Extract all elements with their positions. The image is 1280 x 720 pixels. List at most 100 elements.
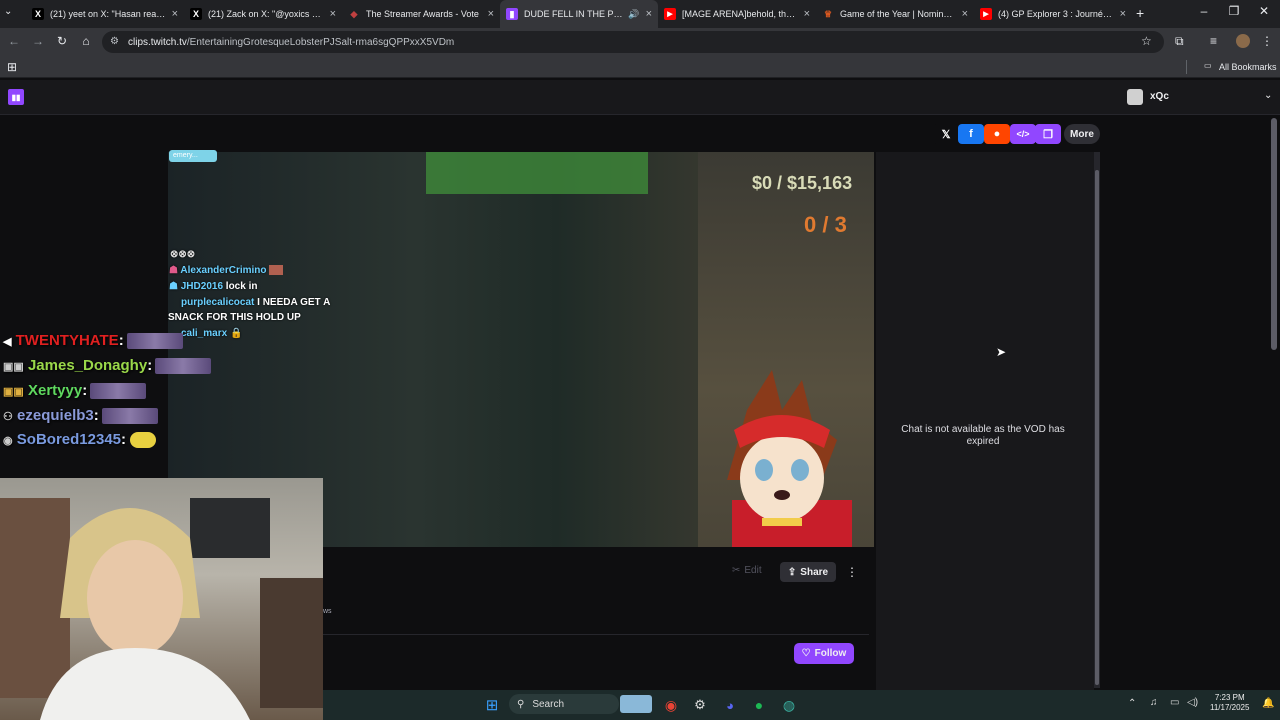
streamer-awards-icon: ◆ xyxy=(350,8,358,19)
windows-taskbar xyxy=(323,690,1280,720)
minimize-icon[interactable]: – xyxy=(1194,4,1214,18)
chat-unavailable-message: Chat is not available as the VOD has exp… xyxy=(901,424,1065,447)
close-icon[interactable]: × xyxy=(962,8,968,20)
weather-widget-icon[interactable] xyxy=(620,695,652,713)
overlay-big-line: ⚇ ezequielb3: xyxy=(3,407,158,425)
windows-start-icon[interactable]: ⊞ xyxy=(482,695,502,715)
more-options-icon[interactable]: ⋮ xyxy=(846,565,858,579)
bookmarks-bar xyxy=(0,56,1280,78)
home-icon[interactable]: ⌂ xyxy=(78,34,94,48)
close-icon[interactable]: × xyxy=(330,8,336,20)
reload-icon[interactable]: ↻ xyxy=(54,34,70,48)
tab-1[interactable]: X (21) yeet on X: "Hasan reacts to × xyxy=(26,0,184,28)
share-button[interactable]: ⇪ Share xyxy=(780,562,836,582)
overlay-big-line: ▣▣ Xertyyy: xyxy=(3,382,147,400)
profile-avatar[interactable] xyxy=(1236,34,1250,48)
overlay-big-line: ▣▣ James_Donaghy: xyxy=(3,357,212,375)
tab-2[interactable]: X (21) Zack on X: "@yoxics The " × xyxy=(184,0,342,28)
mouse-cursor-icon: ➤ xyxy=(996,345,1007,359)
speaker-badge-icon: ◀ xyxy=(3,336,12,348)
edit-button[interactable]: ✂ Edit xyxy=(732,565,762,576)
chevron-down-icon[interactable]: ⌄ xyxy=(1264,90,1272,101)
apps-grid-icon[interactable]: ⊞ xyxy=(7,60,17,74)
close-icon[interactable]: × xyxy=(488,8,494,20)
tab-6[interactable]: ♕ Game of the Year | Nominees × xyxy=(816,0,974,28)
bookmarks-separator xyxy=(1186,60,1187,74)
bookmark-star-icon[interactable]: ☆ xyxy=(1141,34,1152,48)
forward-icon[interactable]: → xyxy=(30,34,46,48)
extensions-icon[interactable]: ⧉ xyxy=(1175,34,1184,49)
settings-gear-icon[interactable]: ⚙ xyxy=(690,695,710,715)
badge-icon: ⚇ xyxy=(3,411,13,423)
youtube-icon: ▶ xyxy=(980,8,992,20)
back-icon[interactable]: ← xyxy=(6,34,22,48)
divider xyxy=(323,634,869,635)
microphone-icon[interactable]: ♫ xyxy=(1150,697,1158,708)
spotify-icon[interactable]: ● xyxy=(749,695,769,715)
embed-icon[interactable]: </> xyxy=(1010,124,1036,144)
site-info-icon[interactable]: ⚙ xyxy=(110,36,119,47)
tray-chevron-icon[interactable]: ⌃ xyxy=(1128,698,1136,709)
scissors-icon: ✂ xyxy=(732,565,741,576)
tab-7[interactable]: ▶ (4) GP Explorer 3 : Journée du × xyxy=(974,0,1132,28)
video-green-panel xyxy=(426,152,648,194)
tab-5[interactable]: ▶ [MAGE ARENA]behold, the m × xyxy=(658,0,816,28)
page-scrollbar-thumb[interactable] xyxy=(1271,118,1277,350)
follow-button[interactable]: ♡ Follow xyxy=(794,643,854,664)
overlay-tag: emery... xyxy=(169,150,217,162)
tab-3[interactable]: ◆ The Streamer Awards - Vote × xyxy=(342,0,500,28)
overlay-chat-line: ☗ JHD2016 lock in xyxy=(169,281,258,292)
new-tab-icon[interactable]: + xyxy=(1136,5,1144,21)
speaker-icon[interactable]: 🔊 xyxy=(628,9,639,20)
overlay-badges: ⊗⊗⊗ xyxy=(170,249,196,260)
close-window-icon[interactable]: ✕ xyxy=(1254,4,1274,18)
tab-4-active[interactable]: ▮ DUDE FELL IN THE PIT ELEL🔊× xyxy=(500,0,658,28)
vtuber-avatar xyxy=(712,370,852,547)
channel-avatar[interactable] xyxy=(1127,89,1143,105)
tab-search-chevron-icon[interactable]: ⌄ xyxy=(4,6,12,17)
more-button[interactable]: More xyxy=(1064,124,1100,144)
channel-name[interactable]: xQc xyxy=(1150,91,1169,102)
globe-app-icon[interactable]: ◍ xyxy=(779,695,799,715)
emote-icon xyxy=(130,432,157,449)
notification-icon[interactable]: 🔔 xyxy=(1262,698,1274,709)
network-icon[interactable]: ▭ xyxy=(1170,697,1179,708)
overlay-chat-line: SNACK FOR THIS HOLD UP xyxy=(168,312,301,323)
discord-icon[interactable]: ◕ xyxy=(720,695,740,715)
x-icon: X xyxy=(190,8,202,20)
twitch-icon: ▮ xyxy=(506,8,518,20)
menu-kebab-icon[interactable]: ⋮ xyxy=(1261,34,1273,48)
facebook-share-icon[interactable]: f xyxy=(958,124,984,144)
reddit-share-icon[interactable]: ● xyxy=(984,124,1010,144)
close-icon[interactable]: × xyxy=(172,8,178,20)
copy-link-icon[interactable]: ❐ xyxy=(1035,124,1061,144)
badge-icon: ☗ xyxy=(169,265,178,276)
hud-money: $0 / $15,163 xyxy=(752,173,853,193)
lock-icon: 🔒 xyxy=(229,328,243,339)
scrollbar-thumb[interactable] xyxy=(1095,170,1099,685)
restore-icon[interactable]: ❐ xyxy=(1224,4,1244,18)
close-icon[interactable]: × xyxy=(646,8,652,20)
chrome-icon[interactable]: ◉ xyxy=(661,695,681,715)
folder-icon: ▭ xyxy=(1204,61,1212,70)
url-domain: clips.twitch.tv xyxy=(128,36,187,48)
media-control-icon[interactable]: ≡ xyxy=(1210,34,1217,48)
badge-icon: ☗ xyxy=(169,281,178,292)
badge-icon: ▣▣ xyxy=(3,386,24,398)
x-icon: X xyxy=(32,8,44,20)
clock[interactable]: 7:23 PM 11/17/2025 xyxy=(1210,693,1249,713)
close-icon[interactable]: × xyxy=(1120,8,1126,20)
all-bookmarks-link[interactable]: All Bookmarks xyxy=(1219,62,1277,72)
twitch-logo-icon[interactable]: ▮▮ xyxy=(8,89,24,105)
overlay-chat-line: ☗ AlexanderCrimino xyxy=(169,265,284,276)
overlay-big-line: ◀ TWENTYHATE: xyxy=(3,332,183,350)
streamer-webcam xyxy=(0,478,323,720)
x-share-icon[interactable]: 𝕏 xyxy=(933,124,959,144)
taskbar-search[interactable]: ⚲ Search xyxy=(509,694,619,714)
volume-icon[interactable]: ◁) xyxy=(1187,697,1198,708)
share-icon: ⇪ xyxy=(787,566,797,578)
close-icon[interactable]: × xyxy=(804,8,810,20)
youtube-icon: ▶ xyxy=(664,8,676,20)
address-bar[interactable]: clips.twitch.tv/EntertainingGrotesqueLob… xyxy=(102,31,1164,53)
game-awards-icon: ♕ xyxy=(823,8,833,19)
